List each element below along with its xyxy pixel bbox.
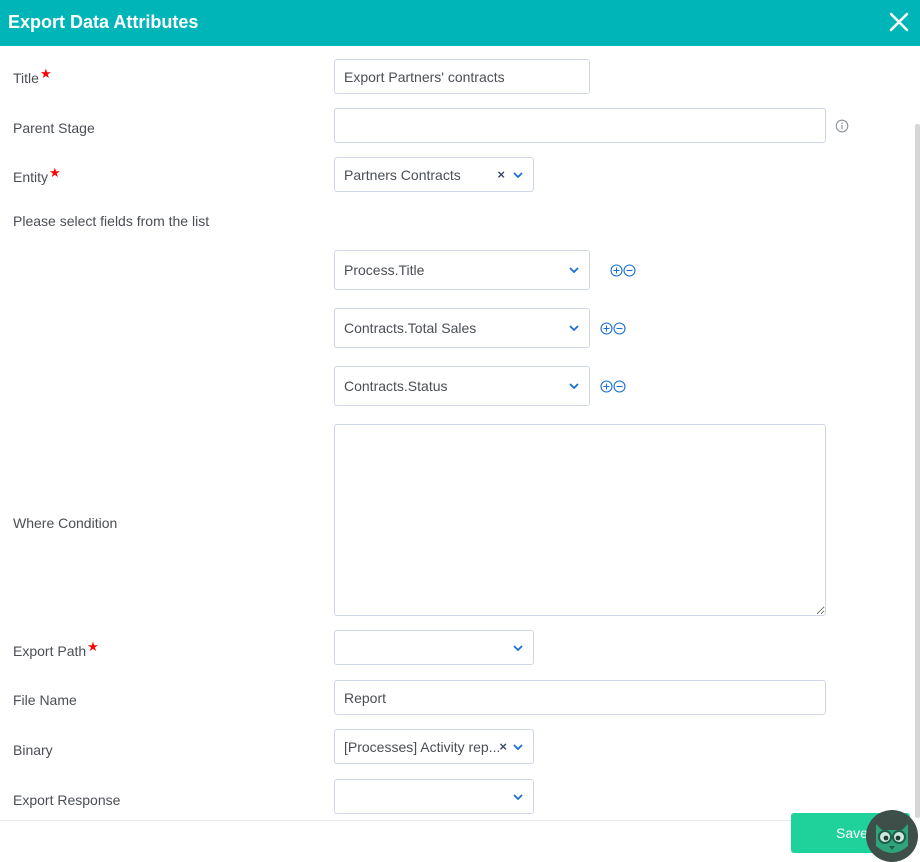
dialog-title: Export Data Attributes (8, 12, 199, 32)
add-field-icon[interactable] (600, 380, 613, 393)
chevron-down-icon (513, 171, 523, 178)
clear-icon[interactable]: × (499, 739, 507, 754)
dialog-header: Export Data Attributes (0, 0, 920, 46)
where-condition-textarea[interactable] (334, 424, 826, 616)
scrollbar[interactable] (915, 124, 920, 818)
assistant-owl-avatar[interactable] (866, 810, 918, 862)
fields-prompt: Please select fields from the list (13, 213, 210, 229)
chevron-down-icon (569, 383, 579, 390)
parent-stage-input[interactable] (334, 108, 826, 143)
export-path-select[interactable] (334, 630, 534, 665)
footer-divider (0, 820, 910, 821)
chevron-down-icon (513, 743, 523, 750)
remove-field-icon[interactable] (613, 322, 626, 335)
entity-select[interactable]: Partners Contracts × (334, 157, 534, 192)
field-select-2[interactable]: Contracts.Total Sales (334, 308, 590, 348)
chevron-down-icon (513, 793, 523, 800)
remove-field-icon[interactable] (613, 380, 626, 393)
binary-label: Binary (13, 742, 53, 758)
export-response-label: Export Response (13, 792, 121, 808)
file-name-label: File Name (13, 692, 77, 708)
field-select-3[interactable]: Contracts.Status (334, 366, 590, 406)
required-star-icon: ★ (39, 66, 52, 81)
file-name-input[interactable]: Report (334, 680, 826, 715)
title-input[interactable]: Export Partners' contracts (334, 59, 590, 94)
export-response-select[interactable] (334, 779, 534, 814)
required-star-icon: ★ (87, 639, 99, 654)
clear-icon[interactable]: × (497, 167, 505, 182)
entity-label: Entity★ (13, 165, 61, 185)
where-condition-label: Where Condition (13, 515, 118, 531)
field-select-1[interactable]: Process.Title (334, 250, 590, 290)
binary-select[interactable]: [Processes] Activity rep... × (334, 729, 534, 764)
chevron-down-icon (569, 325, 579, 332)
export-path-label: Export Path★ (13, 639, 99, 659)
chevron-down-icon (513, 644, 523, 651)
required-star-icon: ★ (49, 165, 61, 180)
title-label: Title★ (13, 66, 52, 86)
owl-icon (876, 824, 908, 853)
parent-stage-label: Parent Stage (13, 120, 95, 136)
remove-field-icon[interactable] (623, 264, 636, 277)
info-icon[interactable] (835, 119, 849, 133)
add-field-icon[interactable] (610, 264, 623, 277)
close-icon[interactable] (888, 11, 910, 33)
chevron-down-icon (569, 267, 579, 274)
add-field-icon[interactable] (600, 322, 613, 335)
